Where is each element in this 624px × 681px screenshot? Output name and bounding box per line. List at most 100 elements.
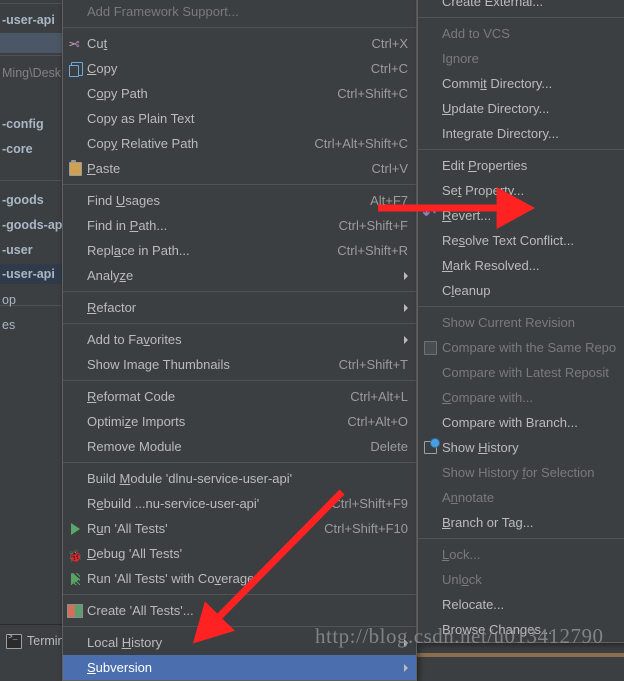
tree-divider: [0, 55, 62, 56]
icon-placeholder: [63, 384, 87, 409]
menu-item-label: Relocate...: [442, 597, 505, 612]
menu-item-optimize-imports[interactable]: Optimize Imports Ctrl+Alt+O: [63, 409, 416, 434]
menu-item-label: Copy: [87, 61, 118, 76]
menu-item-resolve-text-conflict[interactable]: Resolve Text Conflict...: [418, 228, 624, 253]
menu-item-shortcut: Ctrl+Shift+F10: [324, 521, 408, 536]
menu-item-reformat-code[interactable]: Reformat Code Ctrl+Alt+L: [63, 384, 416, 409]
menu-item-run-all-tests-with-coverage[interactable]: Run 'All Tests' with Coverage: [63, 566, 416, 591]
project-context-menu[interactable]: Add Framework Support... Cut Ctrl+X Copy Ctr…: [62, 0, 417, 681]
menu-item-set-property[interactable]: Set Property...: [418, 178, 624, 203]
menu-item-run-all-tests[interactable]: Run 'All Tests' Ctrl+Shift+F10: [63, 516, 416, 541]
icon-placeholder: [418, 310, 442, 335]
menu-item-label: Find Usages: [87, 193, 160, 208]
menu-item-remove-module[interactable]: Remove Module Delete: [63, 434, 416, 459]
tree-item[interactable]: -user: [0, 240, 62, 260]
menu-item-paste[interactable]: Paste Ctrl+V: [63, 156, 416, 181]
menu-item-cut[interactable]: Cut Ctrl+X: [63, 31, 416, 56]
menu-item-label: Cleanup: [442, 283, 491, 298]
menu-item-label: Show Image Thumbnails: [87, 357, 230, 372]
menu-item-label: Refactor: [87, 300, 137, 315]
menu-item-shortcut: Ctrl+Shift+F9: [331, 496, 408, 511]
chevron-right-icon: [404, 663, 408, 672]
menu-item-label: Show History: [442, 440, 519, 455]
menu-item-show-image-thumbnails[interactable]: Show Image Thumbnails Ctrl+Shift+T: [63, 352, 416, 377]
run-icon-glyph: [70, 522, 80, 535]
menu-item-show-current-revision: Show Current Revision: [418, 310, 624, 335]
menu-item-build-module-dlnu-service-user-api[interactable]: Build Module 'dlnu-service-user-api': [63, 466, 416, 491]
icon-placeholder: [63, 352, 87, 377]
menu-item-copy-relative-path[interactable]: Copy Relative Path Ctrl+Alt+Shift+C: [63, 131, 416, 156]
menu-item-compare-with-branch[interactable]: Compare with Branch...: [418, 410, 624, 435]
tree-item[interactable]: [0, 33, 62, 53]
menu-item-refactor[interactable]: Refactor: [63, 295, 416, 320]
menu-item-label: Run 'All Tests': [87, 521, 168, 536]
project-tree-panel[interactable]: -user-api Ming\Desk -config -core -goods -goo…: [0, 0, 63, 657]
menu-separator: [418, 17, 624, 18]
menu-item-shortcut: Ctrl+X: [371, 36, 408, 51]
icon-placeholder: [63, 327, 87, 352]
menu-item-label: Subversion: [87, 660, 153, 675]
menu-separator: [63, 27, 416, 28]
icon-placeholder: [418, 228, 442, 253]
copy-icon: [63, 56, 87, 81]
icon-placeholder: [63, 106, 87, 131]
menu-separator: [63, 184, 416, 185]
menu-item-mark-resolved[interactable]: Mark Resolved...: [418, 253, 624, 278]
menu-item-copy-as-plain-text[interactable]: Copy as Plain Text: [63, 106, 416, 131]
icon-placeholder: [418, 21, 442, 46]
menu-separator: [63, 323, 416, 324]
menu-item-label: Revert...: [442, 208, 492, 223]
menu-item-branch-or-tag[interactable]: Branch or Tag...: [418, 510, 624, 535]
icon-placeholder: [418, 71, 442, 96]
create-config-icon: [63, 598, 87, 623]
menu-item-label: Rebuild ...nu-service-user-api': [87, 496, 260, 511]
menu-item-find-in-path[interactable]: Find in Path... Ctrl+Shift+F: [63, 213, 416, 238]
icon-placeholder: [418, 567, 442, 592]
menu-item-label: Set Property...: [442, 183, 525, 198]
menu-item-integrate-directory[interactable]: Integrate Directory...: [418, 121, 624, 146]
menu-item-revert[interactable]: Revert...: [418, 202, 624, 228]
subversion-submenu[interactable]: Create External... Add to VCS Ignore Commit…: [417, 0, 624, 643]
menu-item-shortcut: Ctrl+C: [370, 61, 408, 76]
menu-item-show-history[interactable]: Show History: [418, 435, 624, 460]
menu-item-label: Add to VCS: [442, 26, 510, 41]
menu-item-cleanup[interactable]: Cleanup: [418, 278, 624, 303]
menu-item-label: Add Framework Support...: [87, 4, 239, 19]
icon-placeholder: [63, 295, 87, 320]
menu-item-update-directory[interactable]: Update Directory...: [418, 96, 624, 121]
menu-item-debug-all-tests[interactable]: Debug 'All Tests': [63, 541, 416, 569]
menu-item-edit-properties[interactable]: Edit Properties: [418, 153, 624, 178]
icon-placeholder: [418, 542, 442, 567]
menu-item-analyze[interactable]: Analyze: [63, 263, 416, 288]
tree-item[interactable]: -config: [0, 114, 62, 134]
menu-item-copy[interactable]: Copy Ctrl+C: [63, 56, 416, 81]
menu-item-label: Update Directory...: [442, 101, 550, 116]
menu-item-create-external[interactable]: Create External...: [418, 0, 624, 14]
tree-item[interactable]: -user-api: [0, 264, 62, 284]
menu-item-subversion[interactable]: Subversion: [63, 655, 416, 680]
copy-icon-glyph: [68, 61, 83, 77]
menu-item-shortcut: Ctrl+Alt+L: [350, 389, 408, 404]
menu-item-shortcut: Ctrl+V: [371, 161, 408, 176]
tree-item[interactable]: op: [0, 290, 62, 310]
tree-item[interactable]: -goods-ap: [0, 215, 62, 235]
menu-item-replace-in-path[interactable]: Replace in Path... Ctrl+Shift+R: [63, 238, 416, 263]
menu-item-create-all-tests[interactable]: Create 'All Tests'...: [63, 598, 416, 623]
menu-item-shortcut: Ctrl+Alt+Shift+C: [314, 136, 408, 151]
menu-item-label: Show Current Revision: [442, 315, 575, 330]
menu-separator: [63, 380, 416, 381]
tree-item[interactable]: -goods: [0, 190, 62, 210]
menu-item-copy-path[interactable]: Copy Path Ctrl+Shift+C: [63, 81, 416, 106]
menu-item-add-to-favorites[interactable]: Add to Favorites: [63, 327, 416, 352]
tree-item[interactable]: -core: [0, 139, 62, 159]
menu-item-commit-directory[interactable]: Commit Directory...: [418, 71, 624, 96]
menu-item-rebuild-nu-service-user-api[interactable]: Rebuild ...nu-service-user-api' Ctrl+Shif…: [63, 491, 416, 516]
tree-item[interactable]: Ming\Desk: [0, 63, 62, 83]
menu-item-relocate[interactable]: Relocate...: [418, 592, 624, 617]
tree-item[interactable]: -user-api: [0, 10, 62, 30]
icon-placeholder: [63, 409, 87, 434]
menu-item-compare-with-the-same-repo: Compare with the Same Repo: [418, 335, 624, 360]
menu-item-find-usages[interactable]: Find Usages Alt+F7: [63, 188, 416, 213]
tree-item[interactable]: es: [0, 315, 62, 335]
icon-placeholder: [63, 655, 87, 680]
